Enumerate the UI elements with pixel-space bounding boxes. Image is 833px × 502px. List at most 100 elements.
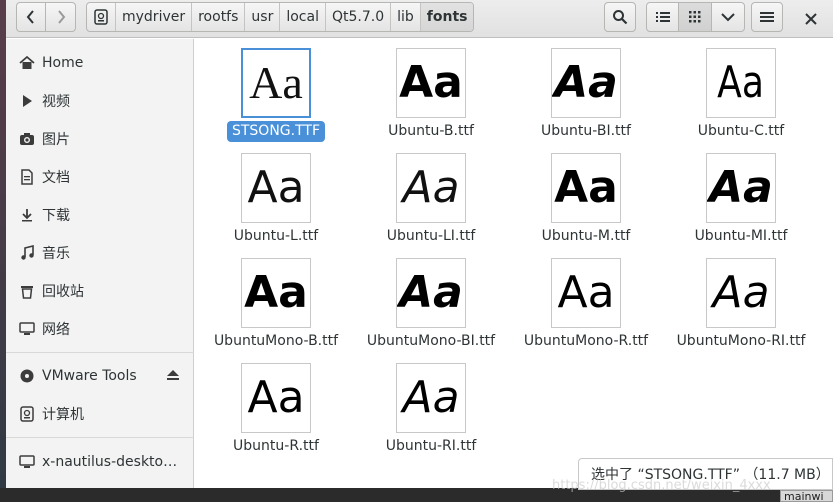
- file-item[interactable]: Aa Ubuntu-M.ttf: [511, 153, 661, 258]
- file-item[interactable]: Aa STSONG.TTF: [201, 48, 351, 153]
- font-preview-thumbnail: Aa: [241, 48, 311, 118]
- file-name: Ubuntu-BI.ttf: [541, 123, 631, 139]
- sidebar-item-vmware-tools[interactable]: VMware Tools: [6, 359, 194, 393]
- font-preview-text: Aa: [399, 57, 463, 108]
- sidebar-item-home[interactable]: Home: [6, 46, 194, 80]
- file-name: UbuntuMono-R.ttf: [523, 333, 649, 349]
- music-icon: [19, 245, 35, 261]
- breadcrumb-item[interactable]: lib: [391, 3, 421, 31]
- font-preview-text: Aa: [557, 267, 615, 318]
- eject-icon[interactable]: [166, 369, 180, 385]
- file-name: UbuntuMono-RI.ttf: [676, 333, 806, 349]
- grid-view-button[interactable]: [679, 2, 712, 32]
- sidebar-item-label: 音乐: [42, 246, 70, 262]
- back-button[interactable]: [16, 2, 46, 32]
- header-bar: mydriver rootfs usr local Qt5.7.0 lib fo…: [6, 0, 833, 38]
- breadcrumb-item[interactable]: usr: [245, 3, 281, 31]
- font-preview-thumbnail: Aa: [396, 258, 466, 328]
- drive-icon: [19, 406, 35, 422]
- font-preview-thumbnail: Aa: [551, 48, 621, 118]
- sidebar-item-computer[interactable]: 计算机: [6, 397, 194, 431]
- sidebar-item-music[interactable]: 音乐: [6, 236, 194, 270]
- font-preview-text: Aa: [402, 162, 460, 213]
- font-preview-thumbnail: Aa: [396, 363, 466, 433]
- breadcrumb-item[interactable]: rootfs: [192, 3, 246, 31]
- font-preview-text: Aa: [554, 57, 618, 108]
- font-preview-text: Aa: [712, 267, 770, 318]
- sidebar-item-documents[interactable]: 文档: [6, 160, 194, 194]
- network-icon: [19, 321, 35, 337]
- file-item[interactable]: Aa Ubuntu-BI.ttf: [511, 48, 661, 153]
- breadcrumb-item[interactable]: mydriver: [116, 3, 193, 31]
- font-preview-thumbnail: Aa: [396, 153, 466, 223]
- file-item[interactable]: Aa Ubuntu-MI.ttf: [666, 153, 816, 258]
- font-preview-text: Aa: [247, 372, 305, 423]
- font-preview-text: Aa: [709, 162, 773, 213]
- file-name: UbuntuMono-B.ttf: [213, 333, 339, 349]
- chevron-right-icon: [57, 10, 65, 24]
- video-icon: [19, 93, 35, 109]
- file-item[interactable]: Aa Ubuntu-L.ttf: [201, 153, 351, 258]
- font-preview-thumbnail: Aa: [551, 153, 621, 223]
- file-item[interactable]: Aa Ubuntu-B.ttf: [356, 48, 506, 153]
- file-item[interactable]: Aa Ubuntu-C.ttf: [666, 48, 816, 153]
- breadcrumb-drive-icon[interactable]: [87, 3, 116, 31]
- file-name: STSONG.TTF: [226, 121, 326, 142]
- breadcrumb-item[interactable]: Qt5.7.0: [326, 3, 392, 31]
- file-item[interactable]: Aa Ubuntu-RI.ttf: [356, 363, 506, 468]
- selection-status-overlay: 选中了 “STSONG.TTF” （11.7 MB）: [578, 458, 833, 490]
- file-name: Ubuntu-L.ttf: [233, 228, 319, 244]
- close-button[interactable]: [798, 6, 824, 32]
- sidebar-item-label: Home: [42, 55, 84, 71]
- sidebar-item-pictures[interactable]: 图片: [6, 122, 194, 156]
- sidebar-item-videos[interactable]: 视频: [6, 84, 194, 118]
- download-icon: [19, 207, 35, 223]
- file-item[interactable]: Aa UbuntuMono-R.ttf: [511, 258, 661, 363]
- font-preview-thumbnail: Aa: [396, 48, 466, 118]
- file-name: Ubuntu-C.ttf: [697, 123, 785, 139]
- list-view-icon: [655, 12, 670, 22]
- file-item[interactable]: Aa UbuntuMono-RI.ttf: [666, 258, 816, 363]
- font-preview-text: Aa: [402, 372, 460, 423]
- font-preview-text: Aa: [247, 162, 305, 213]
- sidebar-item-network[interactable]: 网络: [6, 312, 194, 346]
- hamburger-menu-icon: [760, 12, 774, 22]
- grid-view-icon: [689, 11, 701, 23]
- file-item[interactable]: Aa Ubuntu-LI.ttf: [356, 153, 506, 258]
- sidebar-item-label: 视频: [42, 94, 70, 110]
- sidebar-item-label: x-nautilus-deskto…: [42, 454, 178, 470]
- search-button[interactable]: [604, 2, 636, 32]
- home-icon: [19, 55, 35, 71]
- sidebar-item-desktop[interactable]: x-nautilus-deskto…: [6, 445, 194, 479]
- breadcrumb-current[interactable]: fonts: [420, 3, 474, 31]
- file-manager-window: mydriver rootfs usr local Qt5.7.0 lib fo…: [6, 0, 833, 488]
- menu-button[interactable]: [751, 2, 783, 32]
- file-name: Ubuntu-RI.ttf: [385, 438, 477, 454]
- sidebar-item-label: 图片: [42, 132, 70, 148]
- sidebar-item-trash[interactable]: 回收站: [6, 274, 194, 308]
- sidebar: Home 视频 图片 文档 下载 音乐 回收站 网络 VMware Tools …: [6, 39, 194, 488]
- list-view-button[interactable]: [646, 2, 679, 32]
- taskbar-window-tab[interactable]: mainwi: [780, 490, 833, 502]
- font-preview-thumbnail: Aa: [706, 258, 776, 328]
- sidebar-item-label: VMware Tools: [42, 368, 137, 384]
- file-name: Ubuntu-R.ttf: [233, 438, 319, 454]
- document-icon: [19, 169, 35, 185]
- font-preview-text: Aa: [554, 162, 618, 213]
- file-item[interactable]: Aa UbuntuMono-B.ttf: [201, 258, 351, 363]
- sidebar-item-label: 回收站: [42, 284, 84, 300]
- font-preview-thumbnail: Aa: [241, 153, 311, 223]
- file-name: Ubuntu-M.ttf: [541, 228, 631, 244]
- font-preview-thumbnail: Aa: [551, 258, 621, 328]
- view-options-button[interactable]: [712, 2, 745, 32]
- sidebar-item-downloads[interactable]: 下载: [6, 198, 194, 232]
- file-item[interactable]: Aa Ubuntu-R.ttf: [201, 363, 351, 468]
- breadcrumb-item[interactable]: local: [280, 3, 326, 31]
- font-preview-thumbnail: Aa: [706, 48, 776, 118]
- font-preview-text: Aa: [249, 57, 303, 108]
- forward-button[interactable]: [46, 2, 76, 32]
- drive-icon: [94, 9, 108, 25]
- chevron-down-icon: [721, 13, 735, 22]
- file-item[interactable]: Aa UbuntuMono-BI.ttf: [356, 258, 506, 363]
- sidebar-item-label: 下载: [42, 208, 70, 224]
